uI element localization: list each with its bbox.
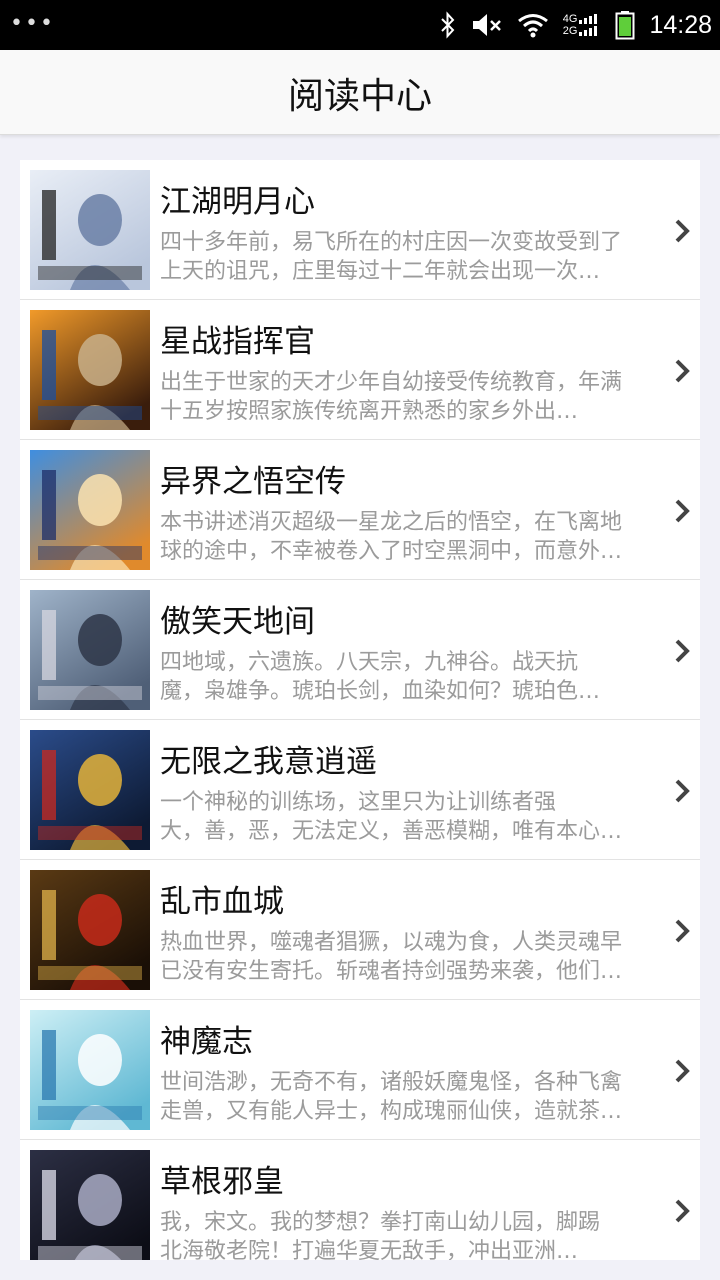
book-list-item-2[interactable]: 星战指挥官 出生于世家的天才少年自幼接受传统教育，年满 十五岁按照家族传统离开熟… xyxy=(20,300,700,440)
book-description-line: 四地域，六遗族。八天宗，九神谷。战天抗 xyxy=(160,650,579,675)
book-description: 世间浩渺，无奇不有，诸般妖魔鬼怪，各种飞禽 走兽，又有能人异士，构成瑰丽仙侠，造… xyxy=(160,1068,670,1126)
overflow-dots-icon: ••• xyxy=(10,11,55,36)
book-description: 我，宋文。我的梦想？拳打南山幼儿园，脚踢 北海敬老院！打遍华夏无敌手，冲出亚洲… xyxy=(160,1208,670,1260)
chevron-right-icon xyxy=(675,919,690,943)
book-list-item-6[interactable]: 乱市血城 热血世界，噬魂者猖獗，以魂为食，人类灵魂早 已没有安生寄托。斩魂者持剑… xyxy=(20,860,700,1000)
book-list-item-1[interactable]: 江湖明月心 四十多年前，易飞所在的村庄因一次变故受到了 上天的诅咒，庄里每过十二… xyxy=(20,160,700,300)
book-title: 无限之我意逍遥 xyxy=(160,744,377,780)
signal-bars-icon xyxy=(579,14,598,36)
book-list: 江湖明月心 四十多年前，易飞所在的村庄因一次变故受到了 上天的诅咒，庄里每过十二… xyxy=(20,160,700,1260)
book-description-line: 四十多年前，易飞所在的村庄因一次变故受到了 xyxy=(160,230,623,255)
status-bar: ••• 4G 2G 14:28 xyxy=(0,0,720,50)
app-header: 阅读中心 xyxy=(0,50,720,135)
book-cover xyxy=(30,170,150,290)
book-description: 热血世界，噬魂者猖獗，以魂为食，人类灵魂早 已没有安生寄托。斩魂者持剑强势来袭，… xyxy=(160,928,670,986)
cover-blue-hero-icon xyxy=(30,450,150,570)
book-description-line: 十五岁按照家族传统离开熟悉的家乡外出… xyxy=(160,399,579,424)
chevron-right-icon xyxy=(675,779,690,803)
book-title: 异界之悟空传 xyxy=(160,464,346,500)
book-title: 江湖明月心 xyxy=(160,184,315,220)
book-description-line: 魔，枭雄争。琥珀长剑，血染如何？琥珀色… xyxy=(160,679,601,704)
book-title: 神魔志 xyxy=(160,1024,253,1060)
chevron-right-icon xyxy=(675,1199,690,1223)
cover-dark-portrait-icon xyxy=(30,1150,150,1260)
book-description-line: 已没有安生寄托。斩魂者持剑强势来袭，他们… xyxy=(160,959,623,984)
book-description: 本书讲述消灭超级一星龙之后的悟空，在飞离地 球的途中，不幸被卷入了时空黑洞中，而… xyxy=(160,508,670,566)
book-description-line: 大，善，恶，无法定义，善恶模糊，唯有本心… xyxy=(160,819,623,844)
book-list-item-3[interactable]: 异界之悟空传 本书讲述消灭超级一星龙之后的悟空，在飞离地 球的途中，不幸被卷入了… xyxy=(20,440,700,580)
book-cover xyxy=(30,730,150,850)
book-description: 四十多年前，易飞所在的村庄因一次变故受到了 上天的诅咒，庄里每过十二年就会出现一… xyxy=(160,228,670,286)
book-list-item-5[interactable]: 无限之我意逍遥 一个神秘的训练场，这里只为让训练者强 大，善，恶，无法定义，善恶… xyxy=(20,720,700,860)
book-title: 草根邪皇 xyxy=(160,1164,284,1200)
cover-cyan-fairy-icon xyxy=(30,1010,150,1130)
book-cover xyxy=(30,1150,150,1260)
book-description-line: 世间浩渺，无奇不有，诸般妖魔鬼怪，各种飞禽 xyxy=(160,1070,623,1095)
cover-warrior-orange-icon xyxy=(30,310,150,430)
book-description: 出生于世家的天才少年自幼接受传统教育，年满 十五岁按照家族传统离开熟悉的家乡外出… xyxy=(160,368,670,426)
cover-swordsman-icon xyxy=(30,590,150,710)
cover-blue-swordsman-icon xyxy=(30,730,150,850)
mute-icon xyxy=(472,14,501,36)
book-description-line: 北海敬老院！打遍华夏无敌手，冲出亚洲… xyxy=(160,1239,579,1260)
page-title: 阅读中心 xyxy=(287,76,432,117)
chevron-right-icon xyxy=(675,359,690,383)
battery-icon xyxy=(615,11,635,40)
book-description: 一个神秘的训练场，这里只为让训练者强 大，善，恶，无法定义，善恶模糊，唯有本心… xyxy=(160,788,670,846)
book-cover xyxy=(30,870,150,990)
book-cover xyxy=(30,590,150,710)
chevron-right-icon xyxy=(675,639,690,663)
book-description-line: 热血世界，噬魂者猖獗，以魂为食，人类灵魂早 xyxy=(160,930,623,955)
book-description-line: 走兽，又有能人异士，构成瑰丽仙侠，造就茶… xyxy=(160,1099,623,1124)
cell-signal: 4G 2G xyxy=(563,12,602,38)
book-description-line: 一个神秘的训练场，这里只为让训练者强 xyxy=(160,790,557,815)
book-cover xyxy=(30,1010,150,1130)
chevron-right-icon xyxy=(675,499,690,523)
cover-dark-red-icon xyxy=(30,870,150,990)
book-cover xyxy=(30,450,150,570)
chevron-right-icon xyxy=(675,1059,690,1083)
book-list-item-4[interactable]: 傲笑天地间 四地域，六遗族。八天宗，九神谷。战天抗 魔，枭雄争。琥珀长剑，血染如… xyxy=(20,580,700,720)
book-cover xyxy=(30,310,150,430)
book-title: 星战指挥官 xyxy=(160,324,315,360)
book-description: 四地域，六遗族。八天宗，九神谷。战天抗 魔，枭雄争。琥珀长剑，血染如何？琥珀色… xyxy=(160,648,670,706)
book-description-line: 上天的诅咒，庄里每过十二年就会出现一次… xyxy=(160,259,601,284)
book-description-line: 球的途中，不幸被卷入了时空黑洞中，而意外… xyxy=(160,539,623,564)
book-title: 傲笑天地间 xyxy=(160,604,315,640)
book-description-line: 我，宋文。我的梦想？拳打南山幼儿园，脚踢 xyxy=(160,1210,601,1235)
chevron-right-icon xyxy=(675,219,690,243)
wifi-icon xyxy=(517,14,548,38)
network-type-top: 4G xyxy=(562,13,578,25)
book-description-line: 出生于世家的天才少年自幼接受传统教育，年满 xyxy=(160,370,623,395)
bluetooth-icon xyxy=(441,11,455,39)
book-description-line: 本书讲述消灭超级一星龙之后的悟空，在飞离地 xyxy=(160,510,623,535)
network-type-bottom: 2G xyxy=(562,25,578,37)
clock-time: 14:28 xyxy=(649,10,712,39)
cover-ink-landscape-icon xyxy=(30,170,150,290)
book-title: 乱市血城 xyxy=(160,884,284,920)
book-list-item-7[interactable]: 神魔志 世间浩渺，无奇不有，诸般妖魔鬼怪，各种飞禽 走兽，又有能人异士，构成瑰丽… xyxy=(20,1000,700,1140)
book-list-item-8[interactable]: 草根邪皇 我，宋文。我的梦想？拳打南山幼儿园，脚踢 北海敬老院！打遍华夏无敌手，… xyxy=(20,1140,700,1260)
